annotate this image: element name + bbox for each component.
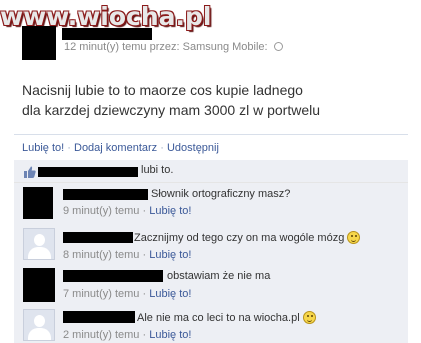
smiley-icon — [347, 231, 361, 244]
post-time: 12 minut(y) temu przez: — [64, 41, 180, 53]
poster-avatar-redacted — [22, 26, 56, 60]
avatar-body — [28, 247, 51, 259]
poster-name-redacted — [62, 28, 152, 40]
avatar-head — [34, 315, 45, 327]
separator: · — [142, 205, 147, 217]
comment-meta: 8 minut(y) temu · Lubię to! — [63, 249, 191, 261]
smiley-icon — [302, 311, 316, 324]
globe-icon — [273, 42, 283, 51]
comment-text: Słownik ortograficzny masz? — [151, 188, 291, 200]
commenter-name-redacted — [63, 189, 148, 200]
avatar-head — [34, 234, 45, 246]
post-actions: Lubię to! · Dodaj komentarz · Udostępnij — [14, 134, 408, 159]
separator: · — [160, 142, 164, 154]
comment-item: obstawiam że nie ma 7 minut(y) temu · Lu… — [14, 264, 408, 311]
comment-time: 9 minut(y) temu — [63, 205, 140, 217]
comment-like-link[interactable]: Lubię to! — [149, 288, 191, 300]
comment-meta: 7 minut(y) temu · Lubię to! — [63, 288, 191, 300]
comment-item: Ale nie ma co leci to na wiocha.pl 2 min… — [14, 305, 408, 343]
comment-text-content: Zacznijmy od tego czy on ma wogóle mózg — [134, 232, 345, 244]
separator: · — [142, 329, 147, 341]
comment-item: Słownik ortograficzny masz? 9 minut(y) t… — [14, 183, 408, 230]
post-text: Nacisnij lubie to to maorze cos kupie la… — [22, 82, 321, 118]
post-source-link[interactable]: Samsung Mobile — [183, 41, 265, 53]
comment-text: Ale nie ma co leci to na wiocha.pl — [137, 311, 316, 324]
comment-time: 7 minut(y) temu — [63, 288, 140, 300]
comment-meta: 2 minut(y) temu · Lubię to! — [63, 329, 191, 341]
separator: · — [142, 288, 147, 300]
default-avatar — [23, 228, 55, 260]
commenter-name-redacted — [63, 311, 135, 323]
comment-meta: 9 minut(y) temu · Lubię to! — [63, 205, 191, 217]
comment-like-link[interactable]: Lubię to! — [149, 205, 191, 217]
post-meta: 12 minut(y) temu przez: Samsung Mobile: — [64, 41, 283, 53]
separator: · — [67, 142, 71, 154]
default-avatar — [23, 309, 55, 341]
commenter-avatar-redacted — [23, 268, 55, 302]
like-link[interactable]: Lubię to! — [22, 142, 64, 154]
commenter-name-redacted — [63, 270, 163, 282]
add-comment-link[interactable]: Dodaj komentarz — [74, 142, 157, 154]
avatar-body — [28, 328, 51, 340]
likes-text: lubi to. — [141, 164, 174, 176]
comment-text: obstawiam że nie ma — [167, 270, 271, 282]
commenter-name-redacted — [63, 232, 133, 243]
comment-text-content: Ale nie ma co leci to na wiocha.pl — [137, 312, 300, 324]
comment-time: 2 minut(y) temu — [63, 329, 140, 341]
commenter-avatar-redacted — [23, 187, 53, 219]
likes-row: lubi to. — [14, 160, 408, 183]
comment-like-link[interactable]: Lubię to! — [149, 329, 191, 341]
post-source-colon: : — [264, 41, 268, 53]
liker-name-redacted — [38, 167, 138, 177]
comment-time: 8 minut(y) temu — [63, 249, 140, 261]
comment-like-link[interactable]: Lubię to! — [149, 249, 191, 261]
share-link[interactable]: Udostępnij — [167, 142, 219, 154]
thumbs-up-icon — [24, 165, 36, 178]
separator: · — [142, 249, 147, 261]
comment-text: Zacznijmy od tego czy on ma wogóle mózg — [134, 231, 361, 244]
